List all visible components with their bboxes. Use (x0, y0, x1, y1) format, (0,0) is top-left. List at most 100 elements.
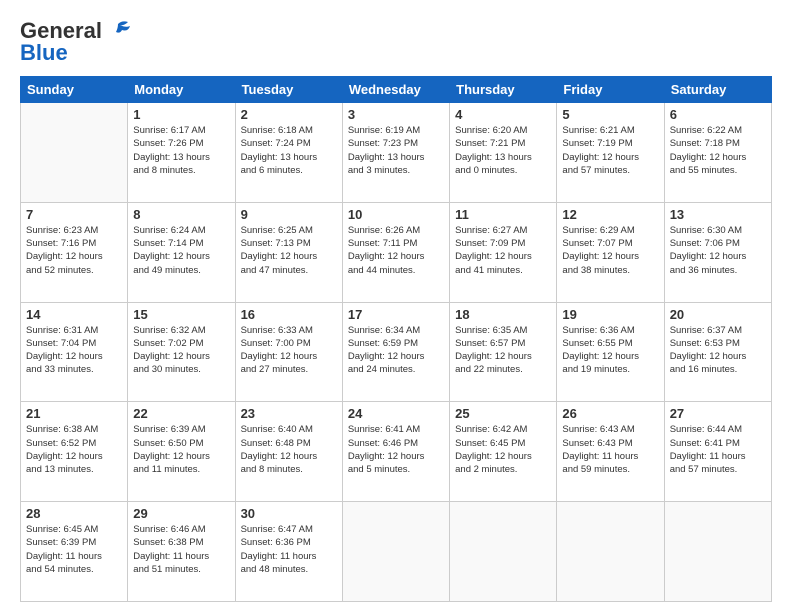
header: General Blue (20, 18, 772, 66)
calendar-cell: 19 Sunrise: 6:36 AM Sunset: 6:55 PM Dayli… (557, 302, 664, 402)
day-number: 15 (133, 307, 229, 322)
calendar-cell: 30Sunrise: 6:47 AM Sunset: 6:36 PM Dayli… (235, 502, 342, 602)
calendar-cell: 1Sunrise: 6:17 AM Sunset: 7:26 PM Daylig… (128, 103, 235, 203)
day-info: Sunrise: 6:47 AM Sunset: 6:36 PM Dayligh… (241, 523, 337, 576)
day-number: 12 (562, 207, 658, 222)
day-info: Sunrise: 6:44 AM Sunset: 6:41 PM Dayligh… (670, 423, 766, 476)
day-info: Sunrise: 6:29 AM Sunset: 7:07 PM Dayligh… (562, 224, 658, 277)
calendar-week-2: 7 Sunrise: 6:23 AM Sunset: 7:16 PM Daylig… (21, 202, 772, 302)
calendar-cell (342, 502, 449, 602)
calendar-table: SundayMondayTuesdayWednesdayThursdayFrid… (20, 76, 772, 602)
day-number: 29 (133, 506, 229, 521)
calendar-cell: 22Sunrise: 6:39 AM Sunset: 6:50 PM Dayli… (128, 402, 235, 502)
day-info: Sunrise: 6:22 AM Sunset: 7:18 PM Dayligh… (670, 124, 766, 177)
day-info: Sunrise: 6:36 AM Sunset: 6:55 PM Dayligh… (562, 324, 658, 377)
calendar-cell: 17 Sunrise: 6:34 AM Sunset: 6:59 PM Dayli… (342, 302, 449, 402)
day-number: 9 (241, 207, 337, 222)
calendar-header-friday: Friday (557, 77, 664, 103)
day-number: 17 (348, 307, 444, 322)
day-number: 4 (455, 107, 551, 122)
calendar-cell: 29 Sunrise: 6:46 AM Sunset: 6:38 PM Dayli… (128, 502, 235, 602)
day-info: Sunrise: 6:23 AM Sunset: 7:16 PM Dayligh… (26, 224, 122, 277)
calendar-cell: 16 Sunrise: 6:33 AM Sunset: 7:00 PM Dayli… (235, 302, 342, 402)
day-info: Sunrise: 6:43 AM Sunset: 6:43 PM Dayligh… (562, 423, 658, 476)
day-info: Sunrise: 6:18 AM Sunset: 7:24 PM Dayligh… (241, 124, 337, 177)
day-info: Sunrise: 6:17 AM Sunset: 7:26 PM Dayligh… (133, 124, 229, 177)
calendar-cell (21, 103, 128, 203)
day-info: Sunrise: 6:27 AM Sunset: 7:09 PM Dayligh… (455, 224, 551, 277)
calendar-cell: 7 Sunrise: 6:23 AM Sunset: 7:16 PM Daylig… (21, 202, 128, 302)
day-number: 5 (562, 107, 658, 122)
day-info: Sunrise: 6:41 AM Sunset: 6:46 PM Dayligh… (348, 423, 444, 476)
day-number: 24 (348, 406, 444, 421)
calendar-header-wednesday: Wednesday (342, 77, 449, 103)
calendar-header-sunday: Sunday (21, 77, 128, 103)
calendar-cell: 11 Sunrise: 6:27 AM Sunset: 7:09 PM Dayli… (450, 202, 557, 302)
calendar-cell: 5 Sunrise: 6:21 AM Sunset: 7:19 PM Daylig… (557, 103, 664, 203)
calendar-cell: 20 Sunrise: 6:37 AM Sunset: 6:53 PM Dayli… (664, 302, 771, 402)
day-info: Sunrise: 6:34 AM Sunset: 6:59 PM Dayligh… (348, 324, 444, 377)
day-info: Sunrise: 6:35 AM Sunset: 6:57 PM Dayligh… (455, 324, 551, 377)
logo: General Blue (20, 18, 132, 66)
calendar-cell: 28 Sunrise: 6:45 AM Sunset: 6:39 PM Dayli… (21, 502, 128, 602)
calendar-cell: 12 Sunrise: 6:29 AM Sunset: 7:07 PM Dayli… (557, 202, 664, 302)
day-number: 25 (455, 406, 551, 421)
calendar-cell (450, 502, 557, 602)
day-number: 13 (670, 207, 766, 222)
day-number: 18 (455, 307, 551, 322)
day-number: 23 (241, 406, 337, 421)
day-number: 2 (241, 107, 337, 122)
day-number: 7 (26, 207, 122, 222)
page: General Blue SundayMondayTuesdayWednesda… (0, 0, 792, 612)
day-number: 16 (241, 307, 337, 322)
calendar-header-saturday: Saturday (664, 77, 771, 103)
day-number: 22 (133, 406, 229, 421)
calendar-cell: 3Sunrise: 6:19 AM Sunset: 7:23 PM Daylig… (342, 103, 449, 203)
logo-blue: Blue (20, 40, 68, 66)
day-info: Sunrise: 6:31 AM Sunset: 7:04 PM Dayligh… (26, 324, 122, 377)
calendar-header-tuesday: Tuesday (235, 77, 342, 103)
day-info: Sunrise: 6:40 AM Sunset: 6:48 PM Dayligh… (241, 423, 337, 476)
calendar-cell (664, 502, 771, 602)
calendar-cell: 23 Sunrise: 6:40 AM Sunset: 6:48 PM Dayli… (235, 402, 342, 502)
calendar-cell: 10 Sunrise: 6:26 AM Sunset: 7:11 PM Dayli… (342, 202, 449, 302)
day-number: 8 (133, 207, 229, 222)
day-number: 26 (562, 406, 658, 421)
day-number: 11 (455, 207, 551, 222)
calendar-week-4: 21Sunrise: 6:38 AM Sunset: 6:52 PM Dayli… (21, 402, 772, 502)
day-info: Sunrise: 6:42 AM Sunset: 6:45 PM Dayligh… (455, 423, 551, 476)
calendar-cell: 15 Sunrise: 6:32 AM Sunset: 7:02 PM Dayli… (128, 302, 235, 402)
calendar-cell: 18 Sunrise: 6:35 AM Sunset: 6:57 PM Dayli… (450, 302, 557, 402)
day-number: 10 (348, 207, 444, 222)
calendar-cell: 4Sunrise: 6:20 AM Sunset: 7:21 PM Daylig… (450, 103, 557, 203)
day-number: 14 (26, 307, 122, 322)
calendar-cell: 27 Sunrise: 6:44 AM Sunset: 6:41 PM Dayli… (664, 402, 771, 502)
day-info: Sunrise: 6:45 AM Sunset: 6:39 PM Dayligh… (26, 523, 122, 576)
day-number: 20 (670, 307, 766, 322)
calendar-cell: 26 Sunrise: 6:43 AM Sunset: 6:43 PM Dayli… (557, 402, 664, 502)
calendar-cell: 13 Sunrise: 6:30 AM Sunset: 7:06 PM Dayli… (664, 202, 771, 302)
day-info: Sunrise: 6:46 AM Sunset: 6:38 PM Dayligh… (133, 523, 229, 576)
day-info: Sunrise: 6:30 AM Sunset: 7:06 PM Dayligh… (670, 224, 766, 277)
calendar-cell (557, 502, 664, 602)
calendar-cell: 2 Sunrise: 6:18 AM Sunset: 7:24 PM Daylig… (235, 103, 342, 203)
calendar-cell: 9Sunrise: 6:25 AM Sunset: 7:13 PM Daylig… (235, 202, 342, 302)
logo-bird-icon (104, 20, 132, 42)
day-info: Sunrise: 6:21 AM Sunset: 7:19 PM Dayligh… (562, 124, 658, 177)
day-number: 19 (562, 307, 658, 322)
calendar-cell: 8 Sunrise: 6:24 AM Sunset: 7:14 PM Daylig… (128, 202, 235, 302)
calendar-cell: 6Sunrise: 6:22 AM Sunset: 7:18 PM Daylig… (664, 103, 771, 203)
day-number: 27 (670, 406, 766, 421)
day-info: Sunrise: 6:24 AM Sunset: 7:14 PM Dayligh… (133, 224, 229, 277)
day-info: Sunrise: 6:37 AM Sunset: 6:53 PM Dayligh… (670, 324, 766, 377)
day-info: Sunrise: 6:19 AM Sunset: 7:23 PM Dayligh… (348, 124, 444, 177)
calendar-header-monday: Monday (128, 77, 235, 103)
day-info: Sunrise: 6:33 AM Sunset: 7:00 PM Dayligh… (241, 324, 337, 377)
day-info: Sunrise: 6:26 AM Sunset: 7:11 PM Dayligh… (348, 224, 444, 277)
calendar-cell: 24 Sunrise: 6:41 AM Sunset: 6:46 PM Dayli… (342, 402, 449, 502)
day-info: Sunrise: 6:38 AM Sunset: 6:52 PM Dayligh… (26, 423, 122, 476)
day-info: Sunrise: 6:32 AM Sunset: 7:02 PM Dayligh… (133, 324, 229, 377)
day-number: 28 (26, 506, 122, 521)
calendar-week-1: 1Sunrise: 6:17 AM Sunset: 7:26 PM Daylig… (21, 103, 772, 203)
calendar-header-thursday: Thursday (450, 77, 557, 103)
